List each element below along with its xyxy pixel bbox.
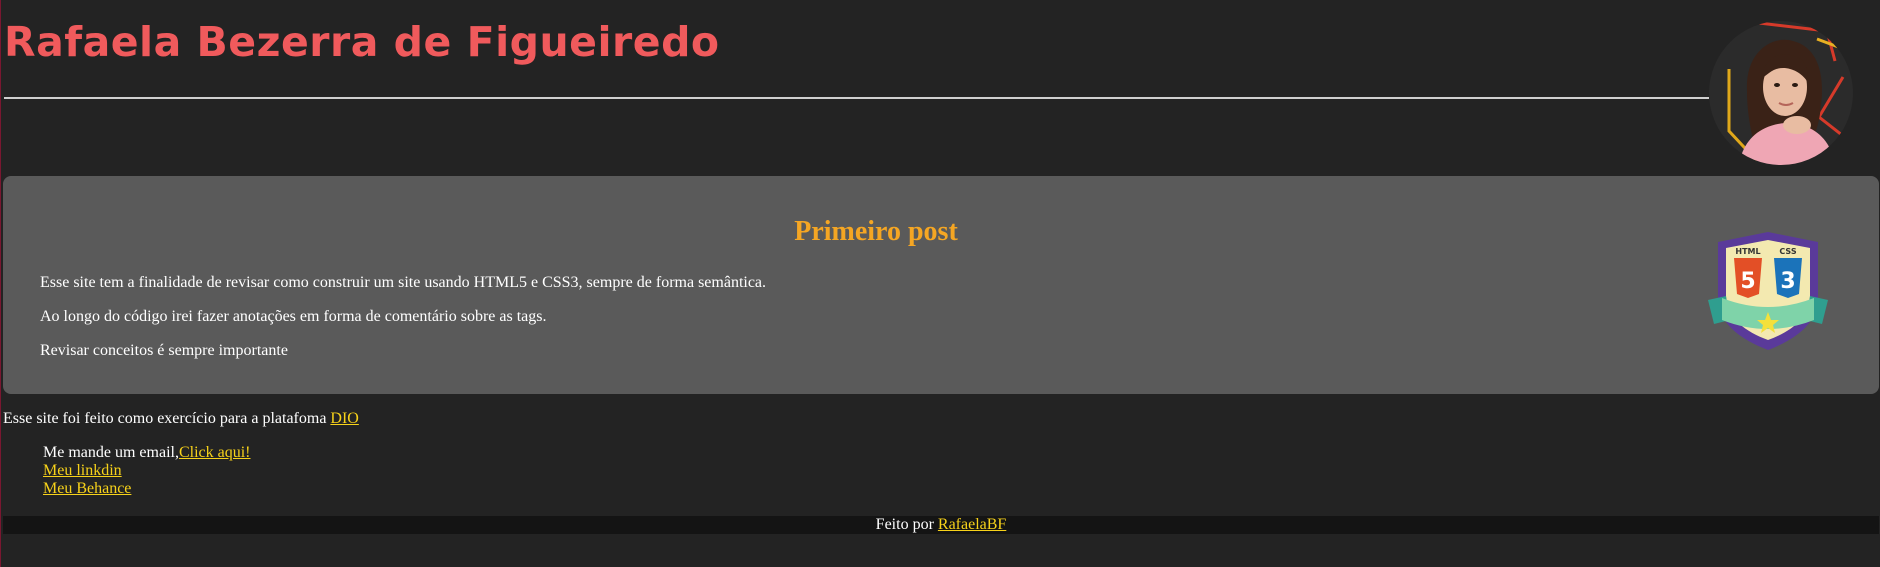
- badge-css-label: CSS: [1779, 247, 1796, 256]
- dio-link[interactable]: DIO: [330, 410, 358, 427]
- badge-css-number: 3: [1780, 269, 1795, 294]
- html5-css3-badge-icon: HTML CSS 5 3: [1708, 232, 1828, 350]
- footer-author-link[interactable]: RafaelaBF: [938, 516, 1006, 533]
- email-line: Me mande um email,Click aqui!: [43, 444, 251, 462]
- email-text: Me mande um email,: [43, 444, 179, 461]
- site-title: Rafaela Bezerra de Figueiredo: [4, 18, 720, 66]
- contact-section: Me mande um email,Click aqui! Meu linkdi…: [43, 444, 251, 498]
- linkedin-link[interactable]: Meu linkdin: [43, 462, 122, 479]
- post-paragraph-2: Ao longo do código irei fazer anotações …: [40, 308, 547, 325]
- footer-text: Feito por: [875, 516, 938, 533]
- credit-text: Esse site foi feito como exercício para …: [3, 410, 331, 427]
- post-title: Primeiro post: [794, 216, 958, 247]
- profile-photo: [1709, 21, 1853, 165]
- credit-line: Esse site foi feito como exercício para …: [3, 410, 359, 428]
- header-divider: [4, 97, 1709, 99]
- post-paragraph-3: Revisar conceitos é sempre importante: [40, 342, 288, 359]
- post-paragraph-1: Esse site tem a finalidade de revisar co…: [40, 274, 767, 291]
- badge-html-label: HTML: [1735, 247, 1760, 256]
- page-footer: Feito por RafaelaBF: [3, 516, 1879, 534]
- badge-html-number: 5: [1740, 269, 1755, 294]
- email-link[interactable]: Click aqui!: [179, 444, 251, 461]
- post-card: Primeiro post Esse site tem a finalidade…: [3, 176, 1879, 394]
- profile-avatar: [1709, 21, 1853, 165]
- behance-link[interactable]: Meu Behance: [43, 480, 131, 497]
- page-header: Rafaela Bezerra de Figueiredo: [1, 0, 1880, 170]
